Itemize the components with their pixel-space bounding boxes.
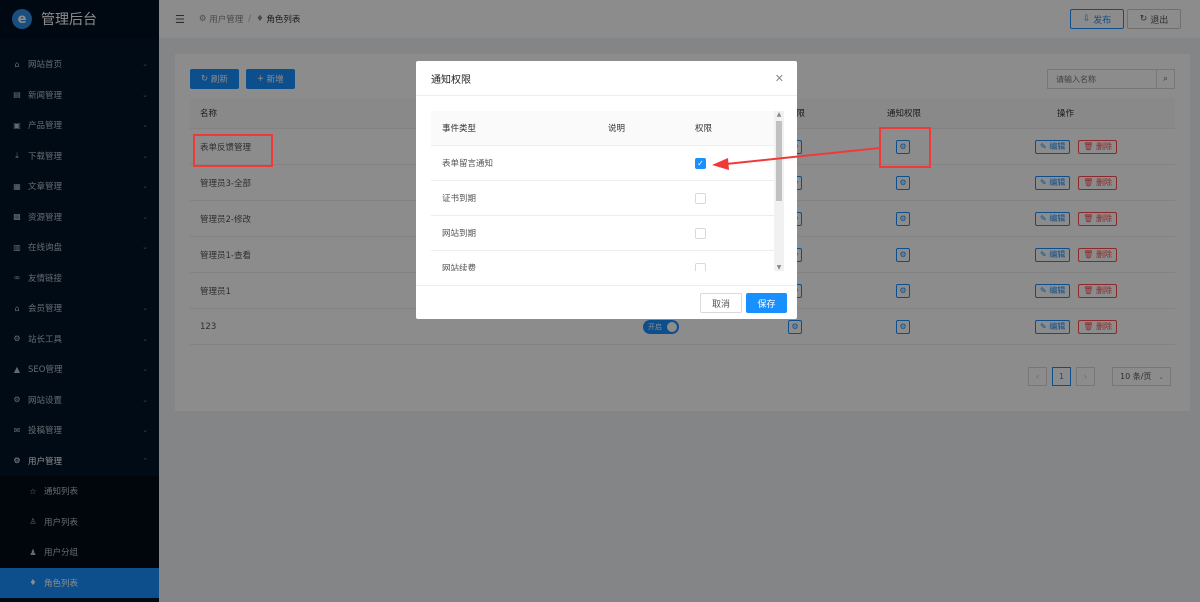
annotation-arrow [712,147,881,170]
arrow-line [725,147,881,165]
arrow-head [712,158,729,170]
